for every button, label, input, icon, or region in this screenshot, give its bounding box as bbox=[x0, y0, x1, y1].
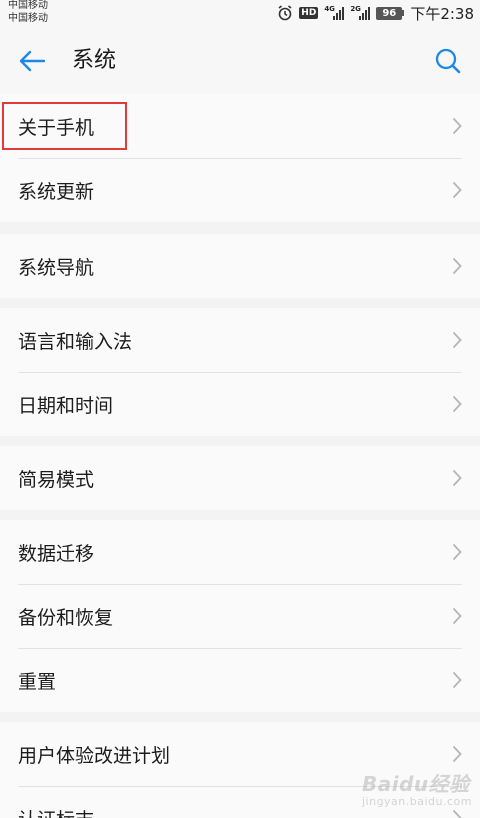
signal-4g-icon: 4G bbox=[324, 5, 345, 20]
toolbar: 系统 bbox=[0, 28, 480, 94]
list-item-label: 认证标志 bbox=[18, 805, 94, 818]
chevron-right-icon bbox=[452, 117, 462, 135]
back-arrow-icon bbox=[19, 50, 46, 72]
back-button[interactable] bbox=[14, 44, 50, 78]
list-item-label: 数据迁移 bbox=[18, 542, 95, 565]
baidu-watermark: Baidu经验 jingyan.baidu.com bbox=[362, 768, 472, 808]
status-bar: 中国移动 中国移动 HD 4G 2G 96 下午2:38 bbox=[0, 0, 480, 28]
system-settings-screen: 中国移动 中国移动 HD 4G 2G 96 下午2:38 系统 关于手机 系统更… bbox=[0, 0, 480, 818]
chevron-right-icon bbox=[452, 395, 462, 413]
chevron-right-icon bbox=[452, 331, 462, 349]
list-item-reset[interactable]: 重置 bbox=[0, 648, 480, 712]
list-item-label: 用户体验改进计划 bbox=[18, 744, 171, 767]
hd-icon: HD bbox=[299, 7, 319, 19]
carrier-1: 中国移动 bbox=[8, 0, 48, 11]
chevron-right-icon bbox=[452, 671, 462, 689]
chevron-right-icon bbox=[452, 607, 462, 625]
list-item-system-update[interactable]: 系统更新 bbox=[0, 158, 480, 222]
network-4g-label: 4G bbox=[324, 5, 335, 13]
list-item-label: 系统更新 bbox=[18, 180, 95, 203]
list-item-backup-restore[interactable]: 备份和恢复 bbox=[0, 584, 480, 648]
search-button[interactable] bbox=[430, 44, 466, 78]
search-icon bbox=[435, 48, 461, 74]
chevron-right-icon bbox=[452, 181, 462, 199]
settings-group-5: 数据迁移 备份和恢复 重置 bbox=[0, 520, 480, 712]
list-item-data-migration[interactable]: 数据迁移 bbox=[0, 520, 480, 584]
alarm-icon bbox=[277, 5, 293, 21]
network-2g-label: 2G bbox=[350, 5, 361, 13]
battery-level: 96 bbox=[376, 6, 403, 20]
watermark-subtext: jingyan.baidu.com bbox=[361, 795, 472, 808]
chevron-right-icon bbox=[452, 543, 462, 561]
settings-group-2: 系统导航 bbox=[0, 234, 480, 298]
settings-group-3: 语言和输入法 日期和时间 bbox=[0, 308, 480, 436]
list-item-label: 语言和输入法 bbox=[18, 330, 133, 353]
highlight-annotation bbox=[2, 102, 127, 150]
battery-icon: 96 bbox=[376, 6, 405, 20]
chevron-right-icon bbox=[452, 257, 462, 275]
settings-group-4: 简易模式 bbox=[0, 446, 480, 510]
list-item-label: 备份和恢复 bbox=[18, 606, 114, 629]
list-item-label: 系统导航 bbox=[18, 256, 95, 279]
chevron-right-icon bbox=[452, 469, 462, 487]
chevron-right-icon bbox=[452, 809, 462, 818]
list-item-label: 重置 bbox=[18, 670, 57, 693]
carrier-2: 中国移动 bbox=[8, 13, 48, 24]
list-item-system-navigation[interactable]: 系统导航 bbox=[0, 234, 480, 298]
page-title: 系统 bbox=[72, 48, 117, 73]
list-item-language-input[interactable]: 语言和输入法 bbox=[0, 308, 480, 372]
signal-2g-icon: 2G bbox=[350, 5, 371, 20]
chevron-right-icon bbox=[452, 745, 462, 763]
list-item-label: 简易模式 bbox=[18, 468, 95, 491]
list-item-label: 日期和时间 bbox=[18, 394, 114, 417]
clock: 下午2:38 bbox=[410, 4, 474, 23]
list-item-date-time[interactable]: 日期和时间 bbox=[0, 372, 480, 436]
status-icons: HD 4G 2G 96 下午2:38 bbox=[277, 3, 474, 23]
watermark-text: Baidu经验 bbox=[361, 772, 470, 796]
list-item-simple-mode[interactable]: 简易模式 bbox=[0, 446, 480, 510]
